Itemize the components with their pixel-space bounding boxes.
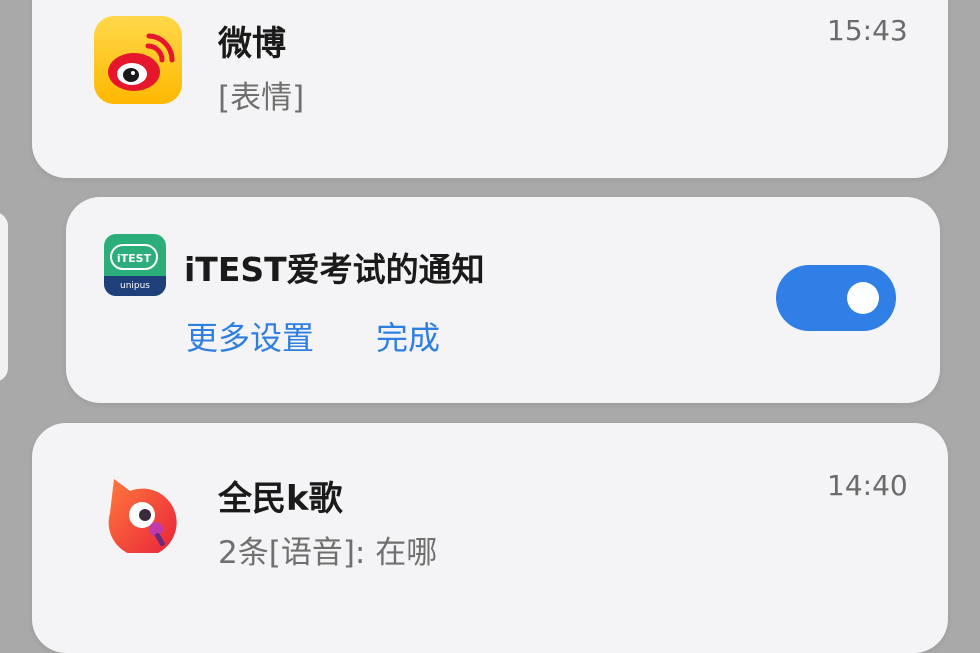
app-name: 全民k歌 bbox=[218, 479, 343, 519]
notification-channel-title: iTEST爱考试的通知 bbox=[184, 250, 485, 289]
itest-icon-sublabel: unipus bbox=[104, 276, 166, 296]
message-text: [表情] bbox=[218, 80, 305, 116]
notification-toggle[interactable] bbox=[776, 265, 896, 331]
timestamp: 15:43 bbox=[827, 14, 908, 47]
itest-icon: iTEST unipus bbox=[104, 234, 166, 296]
timestamp: 14:40 bbox=[827, 469, 908, 502]
itest-icon-label: iTEST bbox=[110, 244, 158, 270]
notification-itest-settings: iTEST unipus iTEST爱考试的通知 更多设置 完成 bbox=[66, 197, 940, 403]
done-button[interactable]: 完成 bbox=[376, 313, 440, 359]
background-card-edge bbox=[0, 212, 8, 382]
notification-weibo[interactable]: 微博 [表情] 15:43 bbox=[32, 0, 948, 178]
app-name: 微博 bbox=[218, 24, 286, 64]
notification-quanmin-kge[interactable]: 全民k歌 2条[语音]: 在哪 14:40 bbox=[32, 423, 948, 653]
message-text: 2条[语音]: 在哪 bbox=[218, 535, 438, 571]
toggle-knob bbox=[847, 282, 879, 314]
more-settings-button[interactable]: 更多设置 bbox=[186, 313, 314, 359]
weibo-icon bbox=[94, 16, 182, 104]
quanmin-kge-icon bbox=[100, 473, 180, 557]
